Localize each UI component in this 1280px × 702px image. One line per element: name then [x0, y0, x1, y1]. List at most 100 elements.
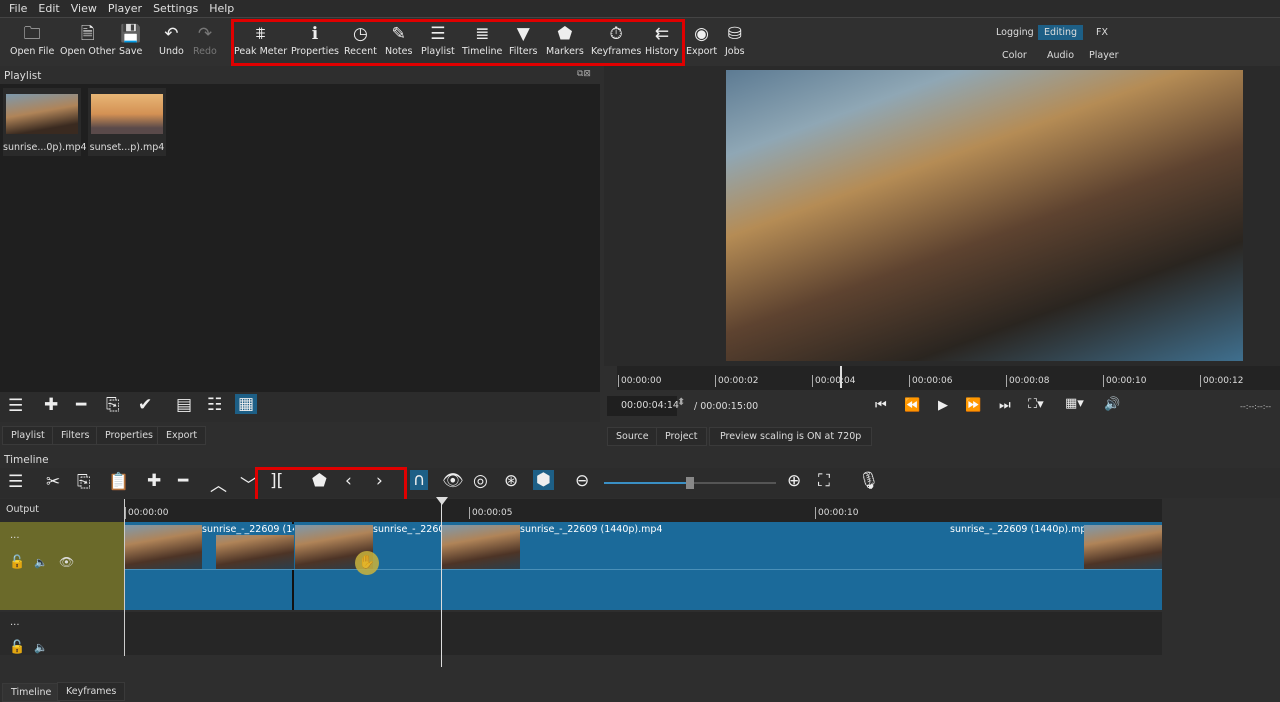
zoom-out-icon[interactable]: ⊖: [575, 471, 589, 491]
zoom-fit-icon[interactable]: ⛶: [818, 471, 830, 491]
mute-icon[interactable]: 🔈: [34, 556, 48, 569]
duration-label: / 00:00:15:00: [694, 401, 759, 412]
menu-icon[interactable]: ☰: [8, 396, 23, 416]
update-icon[interactable]: ⎘: [106, 395, 120, 415]
tab-filters[interactable]: Filters: [52, 426, 99, 445]
database-icon: ⛁: [727, 24, 742, 44]
position-spinner-icon[interactable]: ⬍: [677, 397, 685, 408]
tab-keyframes[interactable]: Keyframes: [57, 682, 126, 701]
player-ruler[interactable]: 00:00:00 00:00:02 00:00:04 00:00:06 00:0…: [617, 366, 1280, 390]
layout-logging[interactable]: Logging: [990, 25, 1040, 40]
position-field[interactable]: 00:00:04:14: [607, 396, 679, 416]
ripple-delete-icon[interactable]: ━: [178, 471, 188, 491]
panel-float-close-icons[interactable]: ⧉⊠: [577, 69, 591, 79]
scrub-icon[interactable]: 👁: [442, 471, 464, 491]
menu-file[interactable]: File: [4, 0, 33, 17]
timeline-ruler[interactable]: 00:00:00 00:00:05 00:00:10: [124, 499, 1162, 522]
playlist-panel-title: Playlist: [4, 70, 42, 82]
thumbnail: [91, 94, 163, 134]
menu-help[interactable]: Help: [204, 0, 240, 17]
jobs-button[interactable]: ⛁ Jobs: [725, 22, 745, 57]
timeline-clip[interactable]: sunrise_-_22609 (144: [124, 522, 294, 610]
undo-icon: ↶: [164, 24, 179, 44]
lift-icon[interactable]: ︿: [210, 471, 227, 496]
undo-button[interactable]: ↶ Undo: [159, 22, 184, 57]
list-view-icon[interactable]: ☷: [207, 395, 222, 415]
paste-icon[interactable]: 📋: [108, 472, 129, 492]
timeline-menu-icon[interactable]: ☰: [8, 472, 23, 492]
snap-icon[interactable]: ∩: [410, 470, 429, 490]
cut-icon[interactable]: ✂: [46, 472, 60, 492]
clip-thumbnail: [1084, 525, 1162, 569]
timeline-clip[interactable]: sunrise_-_22609 (1440p).mp4 sunrise_-_22…: [442, 522, 1162, 610]
export-button[interactable]: ◉ Export: [686, 22, 717, 57]
menu-player[interactable]: Player: [103, 0, 148, 17]
player-playhead[interactable]: [840, 366, 842, 388]
file-plus-icon: 🗎: [80, 24, 95, 44]
layout-player[interactable]: Player: [1083, 48, 1125, 63]
menu-settings[interactable]: Settings: [148, 0, 204, 17]
track-menu[interactable]: ...: [10, 530, 20, 541]
tab-export[interactable]: Export: [157, 426, 207, 445]
zoom-fit-icon[interactable]: ⛶▾: [1028, 397, 1044, 412]
ripple-markers-icon[interactable]: ⬢: [533, 470, 554, 490]
eye-icon[interactable]: 👁: [59, 555, 74, 569]
redo-icon: ↷: [197, 24, 213, 44]
tab-playlist[interactable]: Playlist: [2, 426, 54, 445]
copy-icon[interactable]: ⎘: [77, 472, 91, 492]
lock-icon[interactable]: 🔓: [9, 555, 25, 570]
append-icon[interactable]: ✚: [147, 471, 161, 491]
menu-view[interactable]: View: [66, 0, 103, 17]
ripple-icon[interactable]: ◎: [473, 471, 488, 491]
play-icon[interactable]: ▶: [938, 398, 948, 413]
tab-timeline[interactable]: Timeline: [2, 683, 61, 702]
tab-source[interactable]: Source: [607, 427, 658, 446]
check-icon[interactable]: ✔: [138, 395, 152, 415]
menu-edit[interactable]: Edit: [33, 0, 65, 17]
layout-fx[interactable]: FX: [1090, 25, 1114, 40]
audio-waveform-line: [124, 569, 1162, 570]
mute-icon[interactable]: 🔈: [34, 641, 48, 654]
details-view-icon[interactable]: ▤: [176, 395, 192, 415]
preview-scaling-status: Preview scaling is ON at 720p: [709, 427, 873, 446]
grid-icon[interactable]: ▦▾: [1065, 396, 1084, 411]
track-menu[interactable]: ...: [10, 617, 20, 628]
skip-start-icon[interactable]: ⏮: [875, 398, 887, 413]
save-icon: 💾: [120, 24, 142, 44]
save-button[interactable]: 💾 Save: [119, 22, 142, 57]
playlist-area: sunrise...0p).mp4 sunset...p).mp4: [0, 84, 600, 392]
audio-track-header[interactable]: ... 🔓 🔈: [0, 612, 124, 655]
skip-end-icon[interactable]: ⏭: [999, 398, 1011, 413]
open-file-button[interactable]: 🗀 Open File: [10, 22, 54, 57]
fast-forward-icon[interactable]: ⏩: [965, 398, 981, 413]
highlight-box: [231, 19, 685, 66]
zoom-slider-handle[interactable]: [686, 477, 694, 489]
record-audio-icon[interactable]: 🎙: [858, 471, 880, 491]
layout-editing[interactable]: Editing: [1038, 25, 1084, 40]
playlist-item[interactable]: sunrise...0p).mp4: [3, 88, 87, 156]
zoom-in-icon[interactable]: ⊕: [787, 471, 801, 491]
playlist-toolbar: ☰ ✚ ━ ⎘ ✔ ▤ ☷ ▦: [0, 392, 600, 422]
timeline-playhead[interactable]: [441, 499, 442, 667]
tab-properties[interactable]: Properties: [96, 426, 163, 445]
layout-color[interactable]: Color: [996, 48, 1033, 63]
ripple-all-icon[interactable]: ⊛: [504, 471, 518, 491]
lock-icon[interactable]: 🔓: [9, 640, 25, 655]
open-other-button[interactable]: 🗎 Open Other: [60, 22, 115, 57]
clip-thumbnail: [442, 525, 520, 569]
timeline-toolbar: ☰ ✂ ⎘ 📋 ✚ ━ ︿ ﹀ ][ ⬟ ‹ › ∩ 👁 ◎ ⊛ ⬢ ⊖ ⊕ ⛶…: [0, 468, 1280, 498]
video-track-header[interactable]: ... 🔓 🔈 👁: [0, 522, 124, 610]
folder-icon: 🗀: [23, 24, 41, 44]
remove-icon[interactable]: ━: [76, 395, 86, 415]
redo-button[interactable]: ↷ Redo: [193, 22, 217, 57]
volume-icon[interactable]: 🔊: [1104, 397, 1120, 412]
playhead-handle[interactable]: [436, 497, 448, 505]
playlist-item[interactable]: sunset...p).mp4: [88, 88, 166, 156]
tab-project[interactable]: Project: [656, 427, 707, 446]
zoom-slider[interactable]: [604, 477, 776, 489]
clip-thumbnail: [124, 525, 202, 569]
rewind-icon[interactable]: ⏪: [904, 398, 920, 413]
icon-view-icon[interactable]: ▦: [235, 394, 258, 414]
layout-audio[interactable]: Audio: [1041, 48, 1080, 63]
add-icon[interactable]: ✚: [44, 395, 58, 415]
